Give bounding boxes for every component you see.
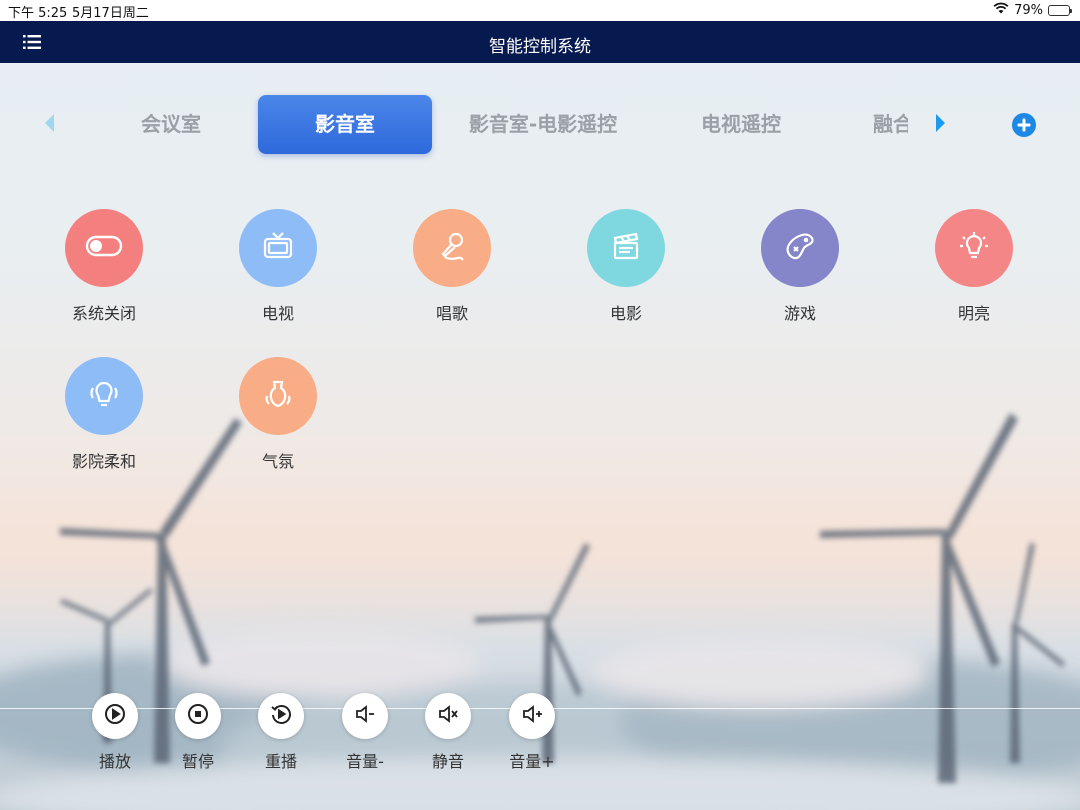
play-icon bbox=[103, 702, 127, 730]
scene-label: 影院柔和 bbox=[71, 452, 136, 471]
play-button[interactable]: 播放 bbox=[80, 693, 150, 772]
pause-button[interactable]: 暂停 bbox=[163, 693, 233, 772]
mute-button-circle bbox=[425, 693, 471, 739]
tv-icon bbox=[258, 226, 298, 270]
scene-label: 气氛 bbox=[261, 452, 294, 471]
volume-up-icon bbox=[520, 702, 544, 730]
gamepad-icon bbox=[780, 226, 820, 270]
scene-bright[interactable]: 明亮 bbox=[914, 209, 1034, 324]
scene-movie-circle bbox=[587, 209, 665, 287]
tabs-prev-arrow-icon[interactable] bbox=[42, 112, 58, 134]
tab-meeting-room[interactable]: 会议室 bbox=[105, 95, 237, 154]
clapperboard-icon bbox=[606, 226, 646, 270]
scene-karaoke[interactable]: 唱歌 bbox=[392, 209, 512, 324]
replay-icon bbox=[269, 702, 293, 730]
control-label: 静音 bbox=[431, 752, 464, 771]
scene-label: 唱歌 bbox=[435, 304, 468, 323]
volume-down-icon bbox=[353, 702, 377, 730]
mute-icon bbox=[436, 702, 460, 730]
control-label: 暂停 bbox=[181, 752, 214, 771]
scene-movie[interactable]: 电影 bbox=[566, 209, 686, 324]
stop-icon bbox=[186, 702, 210, 730]
title-bar: 智能控制系统 bbox=[0, 21, 1080, 63]
scene-label: 游戏 bbox=[783, 304, 816, 323]
scene-cinema-soft-circle bbox=[65, 357, 143, 435]
battery-icon bbox=[1048, 4, 1072, 16]
scene-game[interactable]: 游戏 bbox=[740, 209, 860, 324]
replay-button[interactable]: 重播 bbox=[246, 693, 316, 772]
tab-av-room[interactable]: 影音室 bbox=[258, 95, 432, 154]
status-date: 5月17日周二 bbox=[72, 6, 149, 21]
add-tab-button[interactable] bbox=[1012, 113, 1036, 137]
scene-system-off-circle bbox=[65, 209, 143, 287]
tab-av-room-movie-remote[interactable]: 影音室-电影遥控 bbox=[452, 95, 634, 154]
battery-percent: 79% bbox=[1014, 2, 1043, 18]
scene-tv-circle bbox=[239, 209, 317, 287]
status-time: 下午 5:25 bbox=[8, 6, 68, 21]
scene-system-off[interactable]: 系统关闭 bbox=[44, 209, 164, 324]
scene-karaoke-circle bbox=[413, 209, 491, 287]
scene-tv[interactable]: 电视 bbox=[218, 209, 338, 324]
tab-fusion[interactable]: 融合 bbox=[873, 95, 908, 154]
soft-bulb-icon bbox=[84, 374, 124, 418]
status-right: 79% bbox=[993, 2, 1072, 18]
scene-label: 明亮 bbox=[957, 304, 990, 323]
play-button-circle bbox=[92, 693, 138, 739]
scene-label: 系统关闭 bbox=[71, 304, 136, 323]
status-bar: 下午 5:25 5月17日周二 79% bbox=[0, 0, 1080, 21]
replay-button-circle bbox=[258, 693, 304, 739]
scene-cinema-soft[interactable]: 影院柔和 bbox=[44, 357, 164, 472]
wifi-icon bbox=[993, 2, 1009, 18]
scene-label: 电视 bbox=[261, 304, 294, 323]
control-label: 播放 bbox=[98, 752, 131, 771]
control-label: 音量- bbox=[346, 752, 384, 771]
volume-down-button-circle bbox=[342, 693, 388, 739]
scene-ambience-circle bbox=[239, 357, 317, 435]
control-label: 音量+ bbox=[509, 752, 555, 771]
control-label: 重播 bbox=[264, 752, 297, 771]
lightbulb-icon bbox=[954, 226, 994, 270]
microphone-icon bbox=[432, 226, 472, 270]
toggle-icon bbox=[84, 226, 124, 270]
mute-button[interactable]: 静音 bbox=[413, 693, 483, 772]
plus-circle-icon bbox=[1012, 113, 1036, 137]
room-tabs: 会议室 影音室 影音室-电影遥控 电视遥控 融合 bbox=[0, 95, 1080, 155]
lamp-icon bbox=[258, 374, 298, 418]
page-title: 智能控制系统 bbox=[489, 37, 591, 57]
scene-bright-circle bbox=[935, 209, 1013, 287]
volume-up-button-circle bbox=[509, 693, 555, 739]
tabs-next-arrow-icon[interactable] bbox=[932, 112, 948, 134]
pause-button-circle bbox=[175, 693, 221, 739]
scene-ambience[interactable]: 气氛 bbox=[218, 357, 338, 472]
scene-label: 电影 bbox=[609, 304, 642, 323]
volume-up-button[interactable]: 音量+ bbox=[497, 693, 567, 772]
tab-tv-remote[interactable]: 电视遥控 bbox=[670, 95, 812, 154]
scene-game-circle bbox=[761, 209, 839, 287]
volume-down-button[interactable]: 音量- bbox=[330, 693, 400, 772]
